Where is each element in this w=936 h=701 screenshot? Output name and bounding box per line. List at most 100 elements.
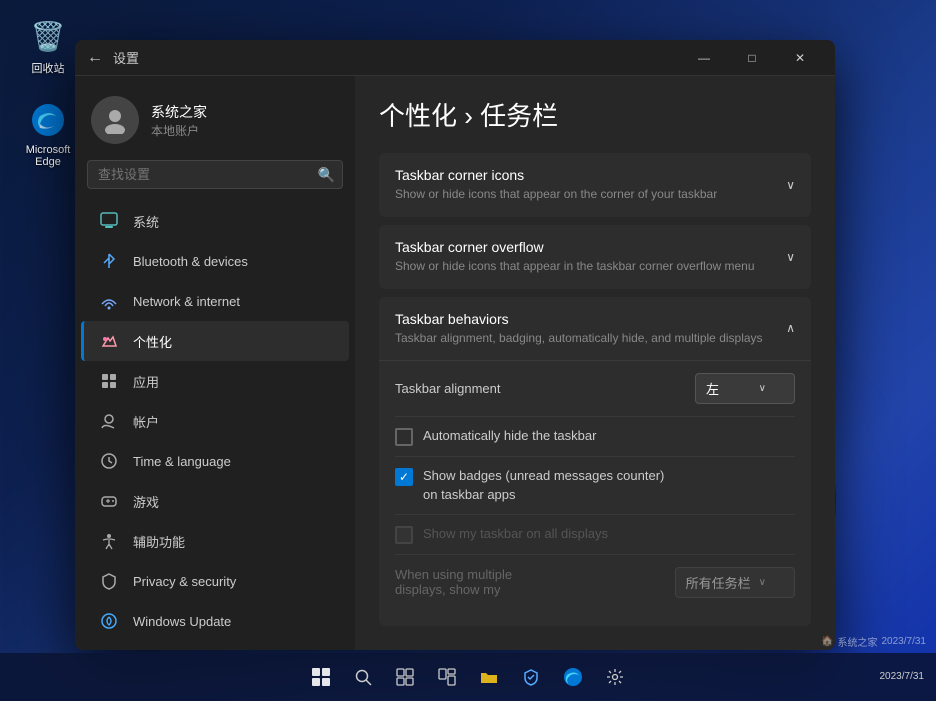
taskbar-alignment-value: 左 — [706, 379, 719, 398]
section-behaviors: Taskbar behaviors Taskbar alignment, bad… — [379, 297, 811, 626]
auto-hide-label: Automatically hide the taskbar — [423, 427, 596, 445]
personalization-icon — [97, 329, 121, 353]
close-button[interactable]: ✕ — [777, 40, 823, 76]
section-behaviors-titles: Taskbar behaviors Taskbar alignment, bad… — [395, 311, 786, 347]
taskbar-time: 2023/7/31 — [880, 670, 925, 684]
show-badges-checkbox[interactable] — [395, 468, 413, 486]
taskbar-right: 2023/7/31 — [880, 670, 925, 684]
search-icon[interactable]: 🔍 — [318, 166, 335, 183]
explorer-button[interactable] — [469, 657, 509, 697]
search-input[interactable] — [87, 160, 343, 189]
sidebar-item-bluetooth[interactable]: Bluetooth & devices — [81, 241, 349, 281]
title-bar: ← 设置 — □ ✕ — [75, 40, 835, 76]
multiple-displays-row: When using multipledisplays, show my 所有任… — [395, 555, 795, 610]
multiple-displays-dropdown[interactable]: 所有任务栏 ∨ — [675, 567, 795, 598]
window-controls: — □ ✕ — [681, 40, 823, 76]
taskbar-alignment-label: Taskbar alignment — [395, 381, 683, 396]
edge-taskbar-button[interactable] — [553, 657, 593, 697]
user-subtitle: 本地账户 — [151, 122, 207, 139]
dropdown-arrow-displays: ∨ — [759, 577, 766, 588]
taskbar-center — [301, 657, 635, 697]
section-behaviors-title: Taskbar behaviors — [395, 311, 786, 327]
user-profile: 系统之家 本地账户 — [75, 86, 355, 160]
show-badges-row: Show badges (unread messages counter)on … — [395, 457, 795, 514]
sidebar-item-label-privacy: Privacy & security — [133, 574, 236, 589]
sidebar: 系统之家 本地账户 🔍 系统 — [75, 76, 355, 650]
section-corner-overflow-chevron: ∨ — [786, 250, 795, 264]
recycle-bin-label: 回收站 — [32, 60, 65, 76]
sidebar-item-label-apps: 应用 — [133, 372, 159, 391]
apps-icon — [97, 369, 121, 393]
sidebar-item-label-accessibility: 辅助功能 — [133, 532, 185, 551]
watermark-date: 2023/7/31 — [882, 636, 927, 647]
sidebar-item-label-time: Time & language — [133, 454, 231, 469]
watermark: 🏠 系统之家 2023/7/31 — [821, 634, 926, 649]
security-button[interactable] — [511, 657, 551, 697]
sidebar-item-personalization[interactable]: 个性化 — [81, 321, 349, 361]
section-behaviors-desc: Taskbar alignment, badging, automaticall… — [395, 330, 786, 347]
sidebar-item-label-accounts: 帐户 — [133, 412, 159, 431]
section-corner-overflow-header[interactable]: Taskbar corner overflow Show or hide ico… — [379, 225, 811, 289]
settings-taskbar-button[interactable] — [595, 657, 635, 697]
widgets-button[interactable] — [427, 657, 467, 697]
sidebar-item-label-update: Windows Update — [133, 614, 231, 629]
section-corner-icons: Taskbar corner icons Show or hide icons … — [379, 153, 811, 217]
taskbar-alignment-dropdown[interactable]: 左 ∨ — [695, 373, 795, 404]
page-title: 个性化 › 任务栏 — [379, 96, 811, 133]
bluetooth-icon — [97, 249, 121, 273]
desktop-icon-edge[interactable]: MicrosoftEdge — [18, 100, 78, 168]
search-button[interactable] — [343, 657, 383, 697]
multiple-displays-label: When using multipledisplays, show my — [395, 567, 663, 597]
recycle-bin-icon: 🗑️ — [28, 16, 68, 56]
section-corner-icons-desc: Show or hide icons that appear on the co… — [395, 186, 786, 203]
privacy-icon — [97, 569, 121, 593]
sidebar-item-accounts[interactable]: 帐户 — [81, 401, 349, 441]
desktop: 🗑️ 回收站 MicrosoftEdge ← 设置 — □ ✕ — [0, 0, 936, 701]
avatar — [91, 96, 139, 144]
section-behaviors-chevron: ∧ — [786, 321, 795, 335]
sidebar-item-gaming[interactable]: 游戏 — [81, 481, 349, 521]
main-content: 个性化 › 任务栏 Taskbar corner icons Show or h… — [355, 76, 835, 650]
sidebar-item-time[interactable]: Time & language — [81, 441, 349, 481]
taskbar-alignment-row: Taskbar alignment 左 ∨ — [395, 361, 795, 417]
sidebar-item-network[interactable]: Network & internet — [81, 281, 349, 321]
user-info: 系统之家 本地账户 — [151, 102, 207, 139]
taskbar: 2023/7/31 — [0, 653, 936, 701]
sidebar-item-privacy[interactable]: Privacy & security — [81, 561, 349, 601]
sidebar-item-system[interactable]: 系统 — [81, 201, 349, 241]
sidebar-item-label-gaming: 游戏 — [133, 492, 159, 511]
time-icon — [97, 449, 121, 473]
gaming-icon — [97, 489, 121, 513]
window-body: 系统之家 本地账户 🔍 系统 — [75, 76, 835, 650]
maximize-button[interactable]: □ — [729, 40, 775, 76]
search-box: 🔍 — [87, 160, 343, 189]
all-displays-checkbox[interactable] — [395, 526, 413, 544]
sidebar-item-accessibility[interactable]: 辅助功能 — [81, 521, 349, 561]
auto-hide-row: Automatically hide the taskbar — [395, 417, 795, 457]
task-view-button[interactable] — [385, 657, 425, 697]
sidebar-item-apps[interactable]: 应用 — [81, 361, 349, 401]
section-corner-overflow: Taskbar corner overflow Show or hide ico… — [379, 225, 811, 289]
minimize-button[interactable]: — — [681, 40, 727, 76]
section-corner-icons-title: Taskbar corner icons — [395, 167, 786, 183]
multiple-displays-value: 所有任务栏 — [686, 573, 751, 592]
back-button[interactable]: ← — [87, 49, 103, 67]
sidebar-item-update[interactable]: Windows Update — [81, 601, 349, 641]
section-corner-icons-header[interactable]: Taskbar corner icons Show or hide icons … — [379, 153, 811, 217]
section-corner-overflow-desc: Show or hide icons that appear in the ta… — [395, 258, 786, 275]
update-icon — [97, 609, 121, 633]
system-icon — [97, 209, 121, 233]
section-behaviors-header[interactable]: Taskbar behaviors Taskbar alignment, bad… — [379, 297, 811, 361]
dropdown-arrow-alignment: ∨ — [759, 383, 766, 394]
start-button[interactable] — [301, 657, 341, 697]
section-corner-icons-chevron: ∨ — [786, 178, 795, 192]
watermark-text: 系统之家 — [838, 634, 878, 649]
section-corner-icons-titles: Taskbar corner icons Show or hide icons … — [395, 167, 786, 203]
desktop-icon-recycle[interactable]: 🗑️ 回收站 — [18, 16, 78, 76]
show-badges-label: Show badges (unread messages counter)on … — [423, 467, 664, 503]
section-corner-overflow-title: Taskbar corner overflow — [395, 239, 786, 255]
watermark-icon: 🏠 — [821, 636, 833, 647]
section-corner-overflow-titles: Taskbar corner overflow Show or hide ico… — [395, 239, 786, 275]
auto-hide-checkbox[interactable] — [395, 428, 413, 446]
edge-label: MicrosoftEdge — [26, 144, 71, 168]
